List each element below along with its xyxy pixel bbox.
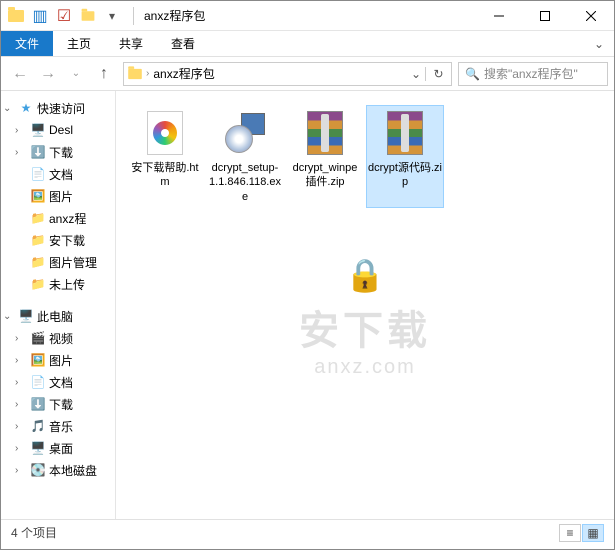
view-icons-button[interactable]: ▦: [582, 524, 604, 542]
drive-icon: 📄: [29, 373, 47, 391]
file-thumbnail-icon: [301, 109, 349, 157]
search-input[interactable]: 🔍 搜索"anxz程序包": [458, 62, 608, 86]
qat-properties-icon[interactable]: ▥: [29, 5, 51, 27]
ribbon-tab-share[interactable]: 共享: [105, 31, 157, 56]
file-thumbnail-icon: [141, 109, 189, 157]
folder-icon: 📁: [29, 209, 47, 227]
nav-recent-button[interactable]: ⌄: [63, 61, 89, 87]
file-item[interactable]: dcrypt源代码.zip: [366, 105, 444, 208]
nav-quick-item[interactable]: ›📁安下载: [1, 229, 115, 251]
nav-pc-item[interactable]: ›💽本地磁盘: [1, 459, 115, 481]
watermark: 🔒 安下载 anxz.com: [299, 256, 431, 379]
nav-back-button[interactable]: ←: [7, 61, 33, 87]
drive-icon: 🎬: [29, 329, 47, 347]
breadcrumb[interactable]: anxz程序包: [149, 65, 218, 82]
qat-customize-icon[interactable]: ▾: [101, 5, 123, 27]
drive-icon: 🎵: [29, 417, 47, 435]
nav-pc-item[interactable]: ›🖼️图片: [1, 349, 115, 371]
nav-forward-button[interactable]: →: [35, 61, 61, 87]
file-name-label: dcrypt源代码.zip: [368, 161, 442, 190]
window-title: anxz程序包: [144, 7, 205, 24]
nav-quick-item[interactable]: ›📄文档: [1, 163, 115, 185]
nav-quick-item[interactable]: ›🖼️图片: [1, 185, 115, 207]
nav-quick-item[interactable]: ›📁anxz程: [1, 207, 115, 229]
ribbon-tab-view[interactable]: 查看: [157, 31, 209, 56]
nav-this-pc[interactable]: ⌄ 🖥️ 此电脑: [1, 305, 115, 327]
ribbon-tab-home[interactable]: 主页: [53, 31, 105, 56]
drive-icon: ⬇️: [29, 395, 47, 413]
view-details-button[interactable]: ≡: [559, 524, 581, 542]
folder-icon: 🖼️: [29, 187, 47, 205]
file-item[interactable]: dcrypt_setup-1.1.846.118.exe: [206, 105, 284, 208]
nav-up-button[interactable]: ↑: [91, 61, 117, 87]
nav-pc-item[interactable]: ›📄文档: [1, 371, 115, 393]
file-name-label: 安下载帮助.htm: [128, 161, 202, 190]
folder-icon: 📄: [29, 165, 47, 183]
drive-icon: 💽: [29, 461, 47, 479]
nav-quick-item[interactable]: ›📁图片管理: [1, 251, 115, 273]
drive-icon: 🖥️: [29, 439, 47, 457]
file-name-label: dcrypt_winpe插件.zip: [288, 161, 362, 190]
nav-quick-item[interactable]: ›🖥️Desl: [1, 119, 115, 141]
minimize-button[interactable]: [476, 1, 522, 31]
nav-pc-item[interactable]: ›🎵音乐: [1, 415, 115, 437]
folder-icon: 📁: [29, 253, 47, 271]
file-thumbnail-icon: [381, 109, 429, 157]
nav-quick-access[interactable]: ⌄ ★ 快速访问: [1, 97, 115, 119]
folder-icon: ⬇️: [29, 143, 47, 161]
status-item-count: 4 个项目: [11, 524, 57, 541]
address-folder-icon: [124, 68, 146, 80]
ribbon-expand-icon[interactable]: ⌄: [584, 31, 614, 56]
drive-icon: 🖼️: [29, 351, 47, 369]
close-button[interactable]: [568, 1, 614, 31]
folder-icon: 📁: [29, 231, 47, 249]
maximize-button[interactable]: [522, 1, 568, 31]
computer-icon: 🖥️: [17, 307, 35, 325]
app-icon: [5, 5, 27, 27]
file-list-area[interactable]: 🔒 安下载 anxz.com 安下载帮助.htmdcrypt_setup-1.1…: [116, 91, 614, 519]
search-placeholder: 搜索"anxz程序包": [484, 65, 578, 82]
nav-quick-item[interactable]: ›⬇️下载: [1, 141, 115, 163]
nav-pc-item[interactable]: ›🖥️桌面: [1, 437, 115, 459]
file-item[interactable]: dcrypt_winpe插件.zip: [286, 105, 364, 208]
search-icon: 🔍: [465, 67, 480, 81]
star-icon: ★: [17, 99, 35, 117]
qat-new-folder-icon[interactable]: [77, 5, 99, 27]
nav-pc-item[interactable]: ›🎬视频: [1, 327, 115, 349]
nav-quick-item[interactable]: ›📁未上传: [1, 273, 115, 295]
file-thumbnail-icon: [221, 109, 269, 157]
ribbon-file-tab[interactable]: 文件: [1, 31, 53, 56]
folder-icon: 📁: [29, 275, 47, 293]
qat-checked-icon[interactable]: ☑: [53, 5, 75, 27]
nav-pc-item[interactable]: ›⬇️下载: [1, 393, 115, 415]
address-bar[interactable]: › anxz程序包 ⌄ ↻: [123, 62, 452, 86]
address-dropdown-icon[interactable]: ⌄: [407, 67, 425, 81]
navigation-pane[interactable]: ⌄ ★ 快速访问 ›🖥️Desl›⬇️下载›📄文档›🖼️图片›📁anxz程›📁安…: [1, 91, 116, 519]
folder-icon: 🖥️: [29, 121, 47, 139]
file-name-label: dcrypt_setup-1.1.846.118.exe: [208, 161, 282, 204]
file-item[interactable]: 安下载帮助.htm: [126, 105, 204, 208]
refresh-button[interactable]: ↻: [425, 67, 451, 81]
